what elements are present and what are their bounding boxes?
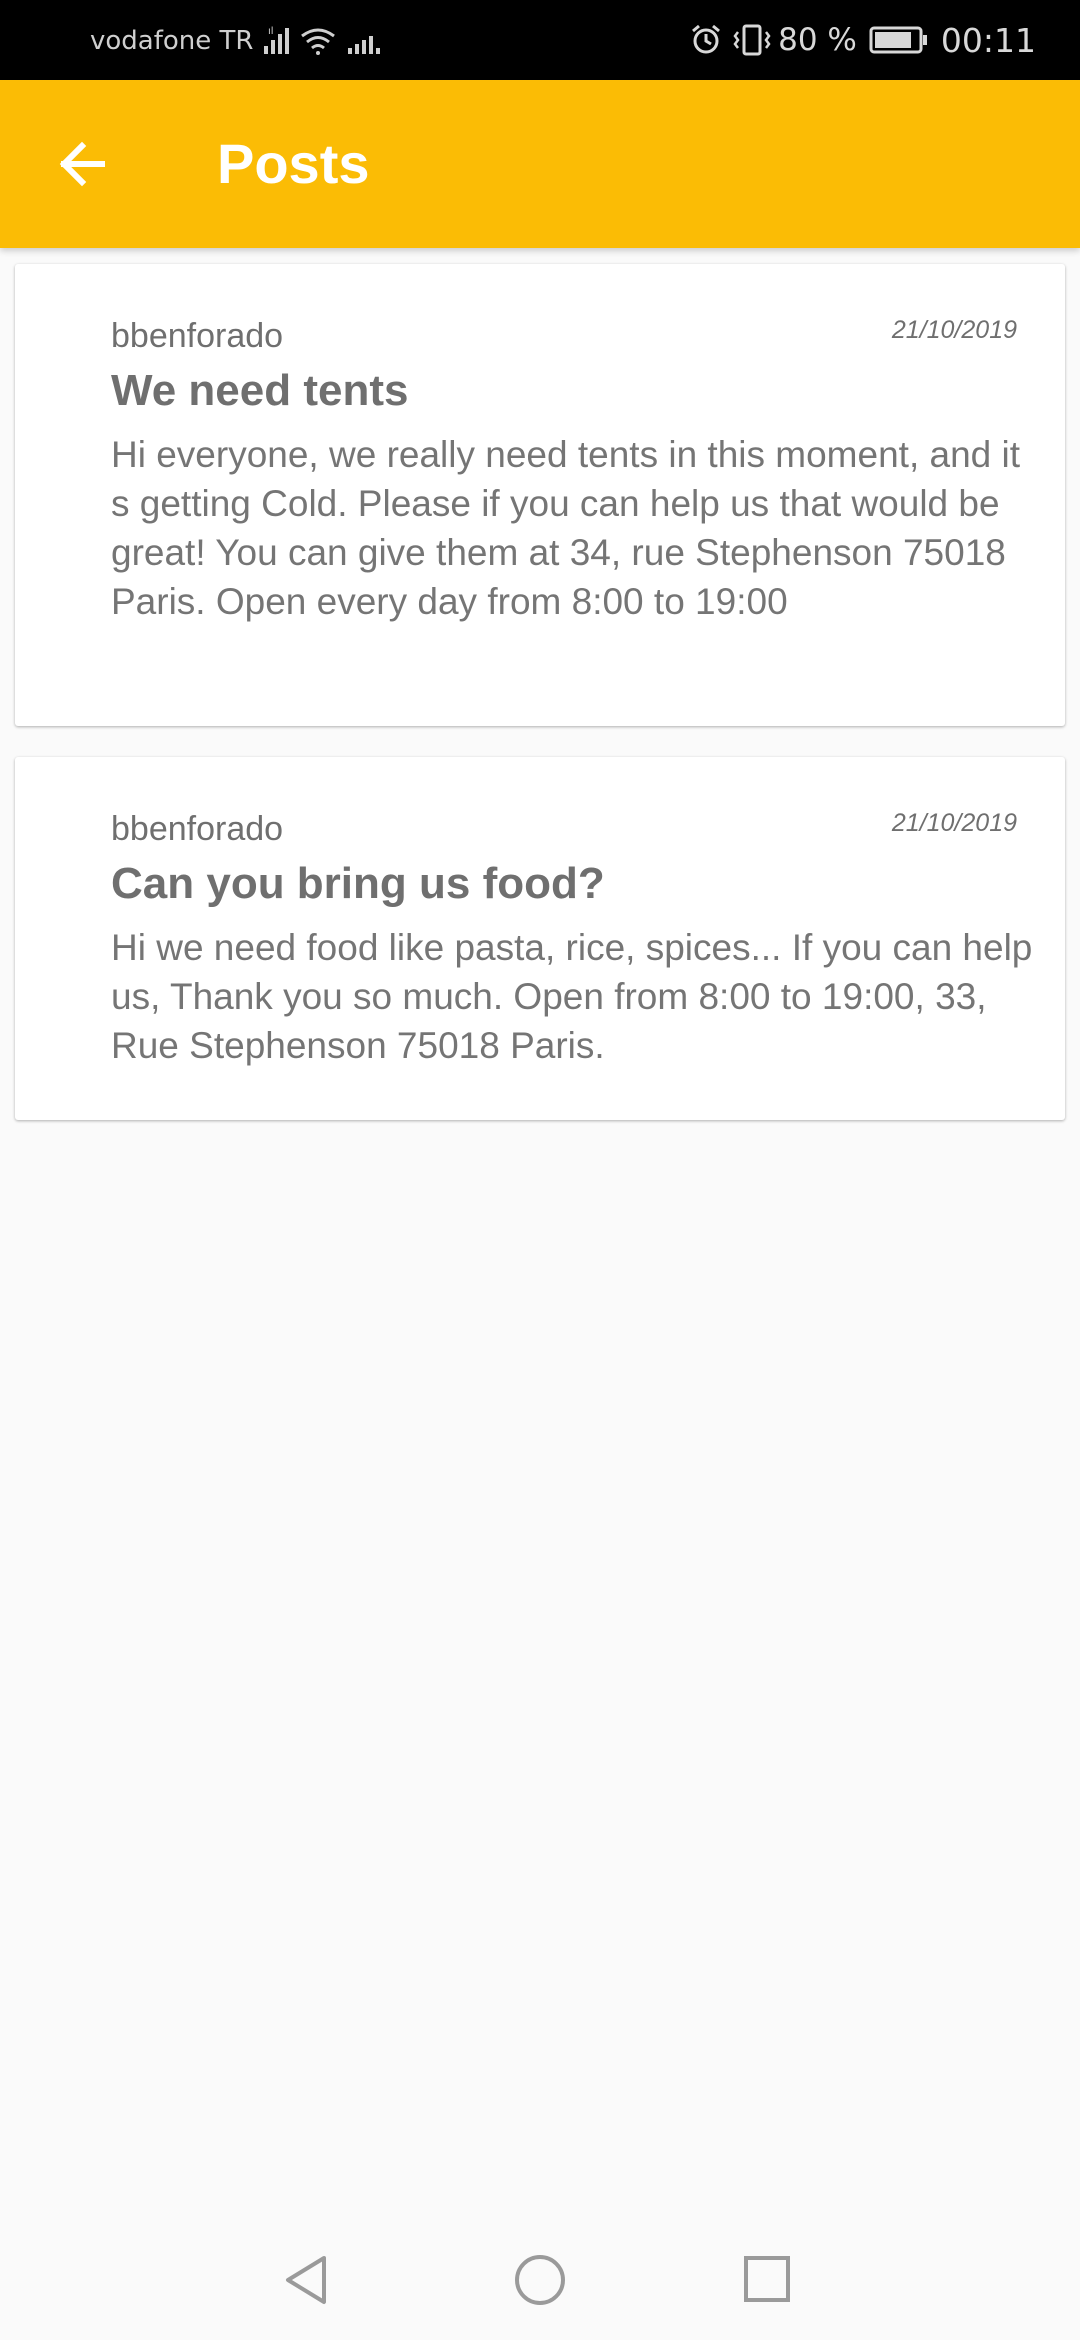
carrier-label: vodafone TR — [90, 26, 254, 56]
wifi-icon — [301, 28, 335, 55]
data-icon — [348, 36, 380, 54]
nav-home-icon — [515, 2255, 565, 2305]
post-body: Hi everyone, we really need tents in thi… — [111, 434, 1021, 622]
vibrate-icon — [733, 24, 771, 56]
post-card[interactable]: bbenforado 21/10/2019 We need tents Hi e… — [15, 264, 1065, 726]
post-body: Hi we need food like pasta, rice, spices… — [111, 927, 1033, 1066]
post-title: We need tents — [111, 366, 409, 415]
clock-time: 00:11 — [940, 20, 1036, 60]
nav-back-button[interactable] — [268, 2240, 348, 2320]
post-author: bbenforado — [111, 810, 284, 848]
battery-icon — [869, 26, 927, 54]
nav-home-button[interactable] — [500, 2240, 580, 2320]
status-bar: vodafone TR ıl 80 % 00:11 — [0, 0, 1080, 80]
signal-icon: ıl — [264, 26, 289, 54]
nav-recents-button[interactable] — [728, 2240, 808, 2320]
page-title: Posts — [217, 132, 370, 195]
svg-text:ıl: ıl — [268, 26, 274, 37]
post-title: Can you bring us food? — [111, 859, 605, 908]
app-bar: Posts — [0, 80, 1080, 248]
nav-back-icon — [286, 2256, 326, 2304]
post-date: 21/10/2019 — [891, 809, 1017, 837]
post-author: bbenforado — [111, 317, 284, 355]
post-date: 21/10/2019 — [891, 316, 1017, 344]
post-card[interactable]: bbenforado 21/10/2019 Can you bring us f… — [15, 757, 1065, 1120]
system-nav-bar — [0, 2220, 1080, 2340]
alarm-icon — [692, 24, 721, 54]
signal-wifi-icons: ıl — [264, 26, 380, 55]
nav-recents-icon — [744, 2256, 790, 2302]
arrow-left-icon — [59, 141, 105, 187]
back-button[interactable] — [50, 130, 118, 198]
battery-percent: 80 % — [778, 22, 857, 58]
status-right-group: 80 % 00:11 — [688, 18, 1036, 62]
